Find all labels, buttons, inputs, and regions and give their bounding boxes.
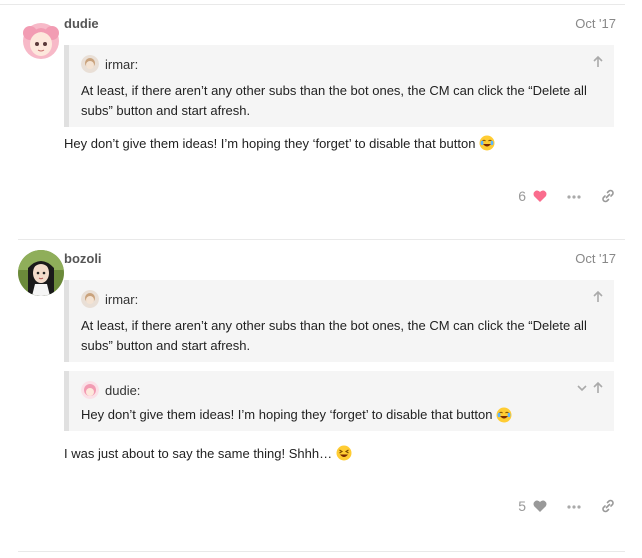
jump-to-post-icon[interactable]	[592, 290, 604, 304]
post-actions: 5	[518, 498, 616, 514]
quote-avatar	[81, 381, 99, 399]
like-button[interactable]: 5	[518, 498, 548, 514]
heart-icon	[532, 188, 548, 204]
joy-emoji-icon	[496, 407, 512, 423]
quote-text-content: Hey don’t give them ideas! I’m hoping th…	[81, 407, 493, 422]
quote-avatar	[81, 290, 99, 308]
jump-to-post-icon[interactable]	[592, 55, 604, 69]
quote-controls	[592, 55, 604, 69]
heart-icon	[532, 498, 548, 514]
quote-block: dudie: Hey don’t give them ideas! I’m ho…	[64, 371, 614, 431]
post-body: Hey don’t give them ideas! I’m hoping th…	[64, 135, 495, 151]
quote-text: Hey don’t give them ideas! I’m hoping th…	[81, 405, 594, 425]
like-count: 5	[518, 498, 526, 514]
link-icon[interactable]	[600, 498, 616, 514]
post-date[interactable]: Oct '17	[575, 251, 616, 266]
quote-text: At least, if there aren’t any other subs…	[81, 83, 587, 118]
quote-controls	[576, 381, 604, 395]
quote-header[interactable]: irmar:	[81, 290, 138, 308]
post-date[interactable]: Oct '17	[575, 16, 616, 31]
link-icon[interactable]	[600, 188, 616, 204]
quote-block: irmar: At least, if there aren’t any oth…	[64, 280, 614, 362]
post-bozoli: bozoli Oct '17 irmar: At least, if there…	[0, 240, 642, 552]
post-actions: 6	[518, 188, 616, 204]
quote-author: dudie:	[105, 382, 141, 398]
post-body: I was just about to say the same thing! …	[64, 445, 352, 461]
like-button[interactable]: 6	[518, 188, 548, 204]
username[interactable]: dudie	[64, 16, 99, 31]
more-options-icon[interactable]	[566, 188, 582, 204]
quote-avatar	[81, 55, 99, 73]
quote-block: irmar: At least, if there aren’t any oth…	[64, 45, 614, 127]
post-body-text: Hey don’t give them ideas! I’m hoping th…	[64, 135, 476, 151]
like-count: 6	[518, 188, 526, 204]
post-body-text: I was just about to say the same thing! …	[64, 445, 333, 461]
quote-header[interactable]: irmar:	[81, 55, 138, 73]
quote-header[interactable]: dudie:	[81, 381, 140, 399]
quote-author: irmar:	[105, 56, 139, 72]
avatar[interactable]	[18, 17, 64, 63]
quote-text: At least, if there aren’t any other subs…	[81, 318, 587, 353]
joy-emoji-icon	[479, 135, 495, 151]
quote-author: irmar:	[105, 291, 139, 307]
laughing-emoji-icon	[336, 445, 352, 461]
post-divider	[18, 551, 625, 552]
expand-quote-icon[interactable]	[576, 381, 588, 395]
quote-controls	[592, 290, 604, 304]
username[interactable]: bozoli	[64, 251, 102, 266]
jump-to-post-icon[interactable]	[592, 381, 604, 395]
post-dudie: dudie Oct '17 irmar: At least, if there …	[0, 5, 642, 239]
more-options-icon[interactable]	[566, 498, 582, 514]
avatar[interactable]	[18, 250, 64, 296]
